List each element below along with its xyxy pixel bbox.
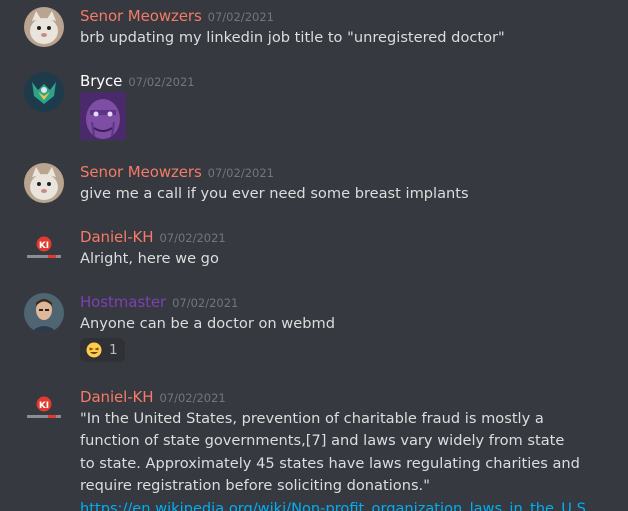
message-text: brb updating my linkedin job title to "u… — [80, 29, 505, 46]
message: Hostmaster 07/02/2021 Anyone can be a doc… — [0, 286, 628, 372]
message-header: Daniel-KH 07/02/2021 — [80, 386, 226, 408]
khan-logo-avatar-icon[interactable]: KI — [24, 387, 64, 427]
timestamp: 07/02/2021 — [172, 296, 239, 310]
message: KI Daniel-KH 07/02/2021 "In the United St… — [0, 381, 628, 511]
wikipedia-link[interactable]: https://en.wikipedia.org/wiki/Non-profit… — [80, 498, 620, 511]
timestamp: 07/02/2021 — [159, 391, 226, 405]
message: KI Daniel-KH 07/02/2021 Alright, here we … — [0, 221, 628, 281]
cat-avatar-icon[interactable] — [24, 7, 64, 47]
timestamp: 07/02/2021 — [159, 231, 226, 245]
message-header: Senor Meowzers 07/02/2021 — [80, 161, 274, 183]
reaction-button[interactable]: 1 — [80, 338, 125, 362]
author-name[interactable]: Senor Meowzers — [80, 163, 202, 181]
chat-message-list: Senor Meowzers 07/02/2021 brb updating my… — [0, 0, 628, 511]
timestamp: 07/02/2021 — [128, 75, 195, 89]
message-header: Daniel-KH 07/02/2021 — [80, 226, 226, 248]
author-name[interactable]: Daniel-KH — [80, 228, 154, 246]
author-name[interactable]: Senor Meowzers — [80, 7, 202, 25]
message: Senor Meowzers 07/02/2021 give me a call … — [0, 156, 628, 216]
khan-logo-avatar-icon[interactable]: KI — [24, 227, 64, 267]
timestamp: 07/02/2021 — [207, 10, 274, 24]
author-name[interactable]: Hostmaster — [80, 293, 166, 311]
message: Senor Meowzers 07/02/2021 brb updating my… — [0, 0, 628, 60]
author-name[interactable]: Daniel-KH — [80, 388, 154, 406]
cat-avatar-icon[interactable] — [24, 163, 64, 203]
svg-text:KI: KI — [39, 241, 49, 251]
man-portrait-avatar-icon[interactable] — [24, 293, 64, 333]
svg-text:KI: KI — [39, 401, 49, 411]
message-header: Bryce 07/02/2021 — [80, 70, 195, 92]
thanos-emoji-image[interactable] — [80, 92, 126, 140]
message-header: Senor Meowzers 07/02/2021 — [80, 5, 274, 27]
timestamp: 07/02/2021 — [207, 166, 274, 180]
message-text: "In the United States, prevention of cha… — [80, 410, 580, 495]
message-text: Anyone can be a doctor on webmd — [80, 315, 335, 332]
message-text: Alright, here we go — [80, 250, 219, 267]
message-text: give me a call if you ever need some bre… — [80, 185, 469, 202]
viking-helmet-avatar-icon[interactable] — [24, 72, 64, 112]
author-name[interactable]: Bryce — [80, 72, 122, 90]
message-header: Hostmaster 07/02/2021 — [80, 291, 238, 313]
reaction-count: 1 — [109, 342, 118, 358]
grinning-squinting-emoji-icon — [86, 342, 102, 358]
message: Bryce 07/02/2021 — [0, 68, 628, 148]
